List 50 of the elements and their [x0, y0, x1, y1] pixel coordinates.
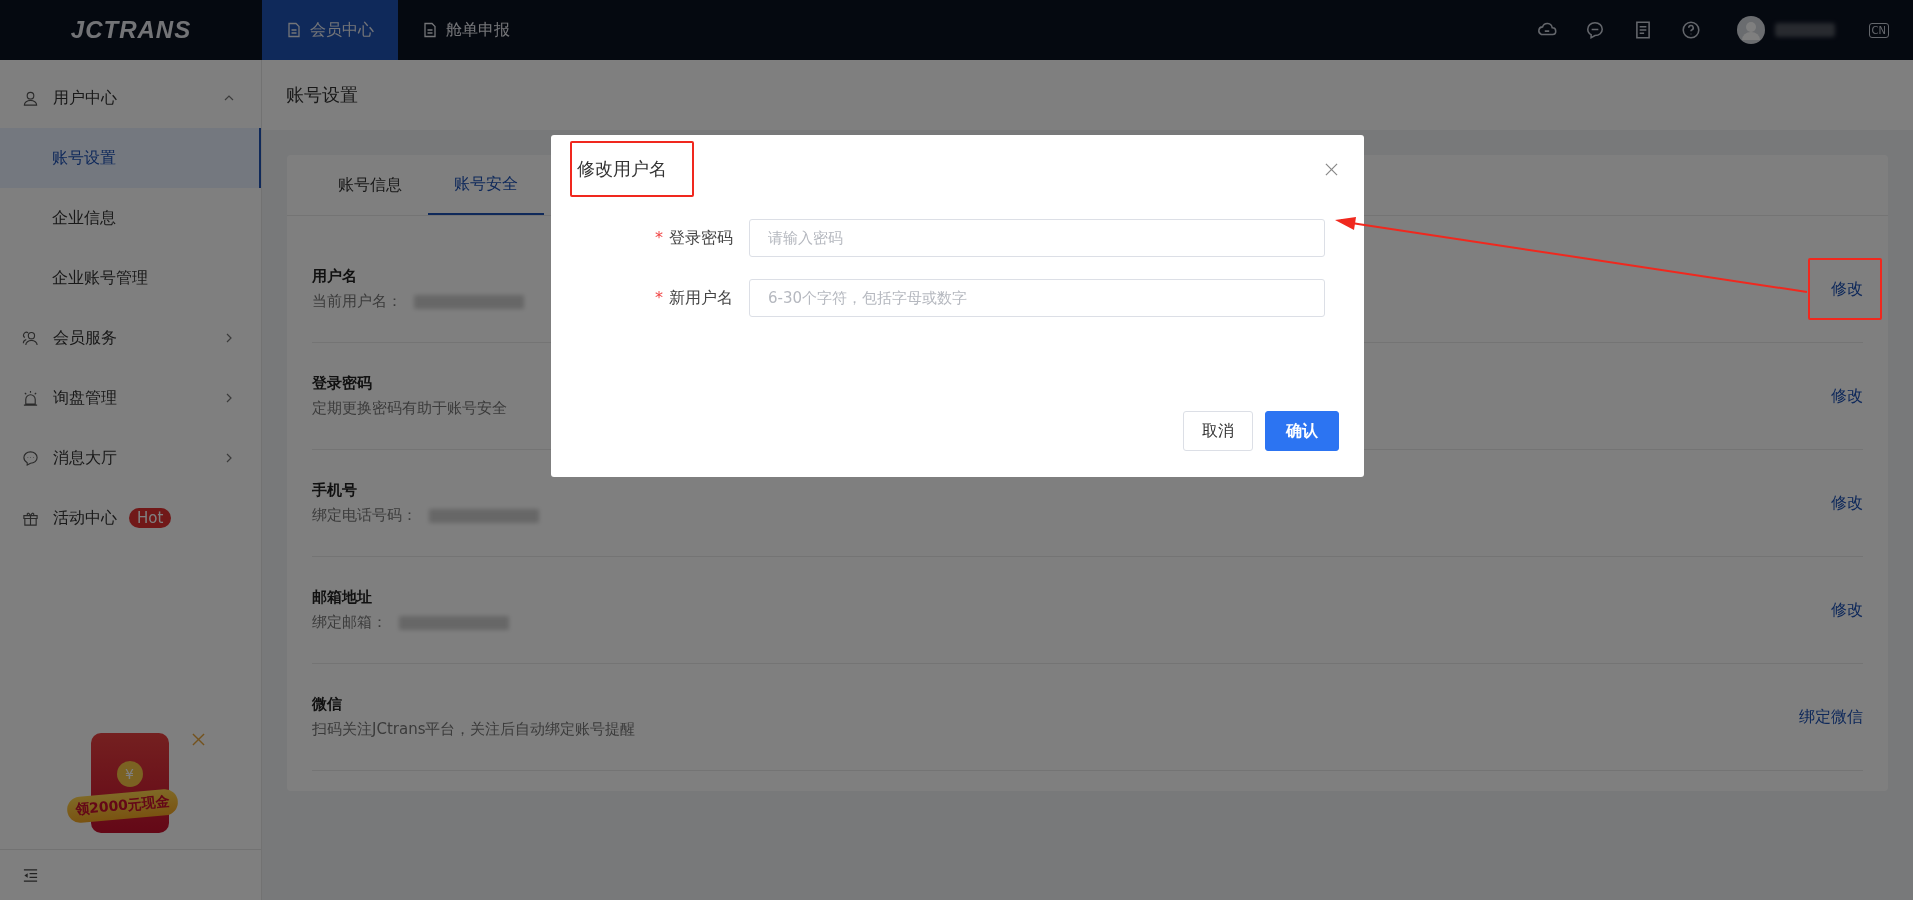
sidebar-subitem[interactable]: 企业信息: [0, 188, 261, 248]
nav-tab[interactable]: 会员中心: [262, 0, 398, 60]
dialog-title: 修改用户名: [577, 157, 667, 181]
user-icon: [22, 89, 39, 107]
input-field[interactable]: 6-30个字符，包括字母或数字: [749, 279, 1325, 317]
field-label: * 新用户名: [654, 287, 734, 309]
logo[interactable]: JCTRANS: [0, 16, 262, 44]
sidebar-item[interactable]: 活动中心 Hot: [0, 488, 261, 548]
edit-link[interactable]: 绑定微信: [1799, 706, 1863, 728]
edit-link[interactable]: 修改: [1831, 492, 1863, 514]
close-icon[interactable]: [1325, 162, 1338, 176]
nav-tab[interactable]: 舱单申报: [398, 0, 534, 60]
setting-description: 扫码关注JCtrans平台，关注后自动绑定账号提醒: [312, 720, 636, 739]
page-title: 账号设置: [262, 60, 1913, 130]
document-icon: [286, 22, 302, 38]
field-label: * 登录密码: [654, 227, 734, 249]
hot-badge: Hot: [129, 508, 172, 528]
avatar-icon[interactable]: [1736, 16, 1765, 44]
cancel-button[interactable]: 取消: [1183, 411, 1253, 451]
chat-icon[interactable]: [1584, 20, 1605, 40]
tab[interactable]: 账号安全: [428, 155, 544, 215]
setting-title: 用户名: [312, 267, 358, 286]
edit-link[interactable]: 修改: [1831, 278, 1863, 300]
setting-description: 定期更换密码有助于账号安全: [312, 399, 507, 418]
input-field[interactable]: 请输入密码: [749, 219, 1325, 257]
tab[interactable]: 账号信息: [312, 155, 428, 215]
chat-icon: [22, 449, 39, 467]
edit-link[interactable]: 修改: [1831, 385, 1863, 407]
alarm-icon: [22, 389, 39, 407]
edit-link[interactable]: 修改: [1831, 599, 1863, 621]
setting-description: 绑定邮箱：: [312, 613, 387, 632]
sidebar-subitem[interactable]: 企业账号管理: [0, 248, 261, 308]
sidebar-item[interactable]: 询盘管理: [0, 368, 261, 428]
sidebar-item[interactable]: 消息大厅: [0, 428, 261, 488]
language-button[interactable]: CN: [1868, 22, 1889, 38]
sidebar-item[interactable]: 用户中心: [0, 68, 261, 128]
users-icon: [22, 329, 39, 347]
help-icon[interactable]: [1680, 20, 1701, 40]
sidebar-subitem[interactable]: 账号设置: [0, 128, 261, 188]
setting-title: 登录密码: [312, 374, 373, 393]
setting-title: 微信: [312, 695, 343, 714]
collapse-menu-icon[interactable]: [22, 866, 39, 884]
setting-description: 绑定电话号码：: [312, 506, 417, 525]
setting-title: 手机号: [312, 481, 358, 500]
setting-description: 当前用户名：: [312, 292, 402, 311]
sidebar-item[interactable]: 会员服务: [0, 308, 261, 368]
blurred-username: [1774, 23, 1835, 37]
document-icon: [422, 22, 438, 38]
setting-title: 邮箱地址: [312, 588, 373, 607]
confirm-button[interactable]: 确认: [1265, 411, 1339, 451]
